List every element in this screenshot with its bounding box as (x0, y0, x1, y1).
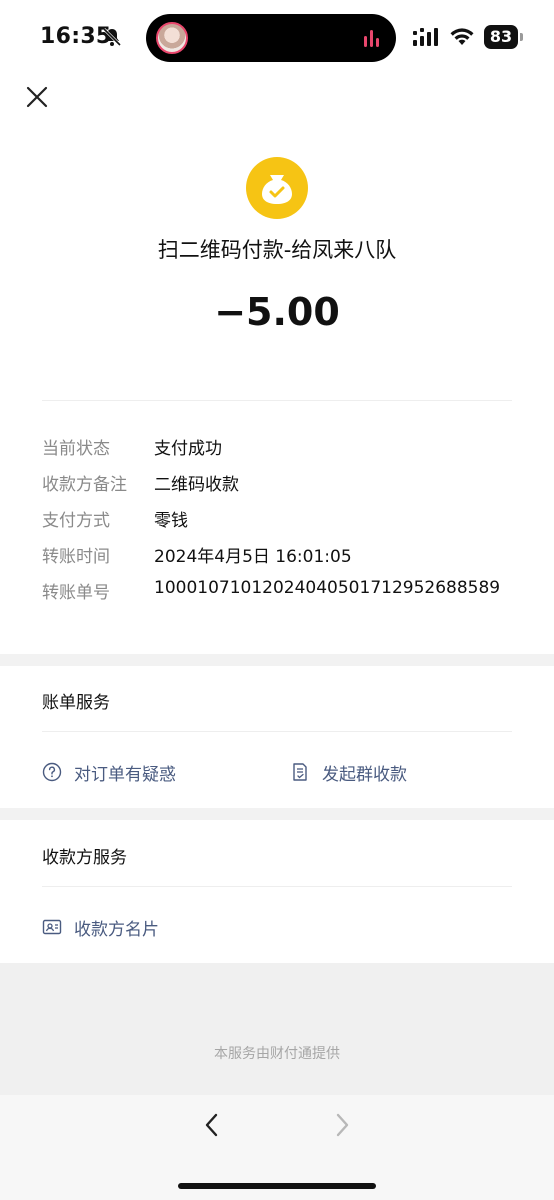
status-bar: 16:35 83 (0, 0, 554, 76)
island-avatar (156, 22, 188, 54)
home-indicator (178, 1183, 376, 1189)
divider (42, 731, 512, 732)
contact-card-icon (42, 919, 62, 935)
detail-value: 2024年4月5日 16:01:05 (154, 547, 352, 567)
detail-value[interactable]: 100010710120240405017129526885​89 (154, 578, 500, 598)
transaction-title: 扫二维码付款-给凤来八队 (157, 238, 397, 262)
transaction-detail-page: 16:35 83 扫二维码付款-给凤来八队 −5.00 当前状态 支付成功 收款… (0, 0, 554, 1200)
question-circle-icon (42, 762, 62, 782)
order-inquiry-label: 对订单有疑惑 (74, 765, 176, 785)
detail-value: 支付成功 (154, 439, 222, 459)
detail-label: 收款方备注 (42, 475, 127, 495)
detail-label: 当前状态 (42, 439, 110, 459)
chevron-left-icon[interactable] (200, 1111, 224, 1139)
money-bag-icon (246, 157, 308, 219)
wifi-icon (450, 28, 474, 45)
detail-list: 当前状态 支付成功 收款方备注 二维码收款 支付方式 零钱 转账时间 2024年… (42, 430, 522, 610)
detail-row-payment-method: 支付方式 零钱 (42, 502, 522, 538)
bell-off-icon (102, 27, 122, 47)
detail-value: 二维码收款 (154, 475, 239, 495)
payee-card-label: 收款方名片 (74, 920, 159, 940)
battery-icon: 83 (484, 25, 524, 49)
detail-label: 转账单号 (42, 583, 110, 603)
chevron-right-icon[interactable] (330, 1111, 354, 1139)
divider (42, 886, 512, 887)
dynamic-island[interactable] (146, 14, 396, 62)
group-collect-label: 发起群收款 (322, 765, 407, 785)
signal-icon (413, 28, 438, 46)
detail-label: 转账时间 (42, 547, 110, 567)
battery-cap (520, 33, 523, 41)
transaction-amount: −5.00 (214, 290, 340, 334)
divider (42, 400, 512, 401)
document-check-icon (293, 763, 307, 781)
detail-row-status: 当前状态 支付成功 (42, 430, 522, 466)
audio-bars-icon (364, 30, 379, 47)
detail-row-order-number: 转账单号 100010710120240405017129526885​89 (42, 574, 522, 610)
detail-row-remark: 收款方备注 二维码收款 (42, 466, 522, 502)
detail-label: 支付方式 (42, 511, 110, 531)
section-gap (0, 654, 554, 666)
footer: 本服务由财付通提供 (0, 963, 554, 1095)
detail-value: 零钱 (154, 511, 188, 531)
section-gap (0, 808, 554, 820)
close-icon[interactable] (22, 82, 52, 112)
browser-nav-bar (0, 1095, 554, 1200)
bill-services-title: 账单服务 (42, 693, 110, 713)
detail-row-time: 转账时间 2024年4月5日 16:01:05 (42, 538, 522, 574)
footer-text: 本服务由财付通提供 (214, 1046, 340, 1062)
battery-level: 83 (484, 25, 518, 49)
payee-services-title: 收款方服务 (42, 848, 127, 868)
